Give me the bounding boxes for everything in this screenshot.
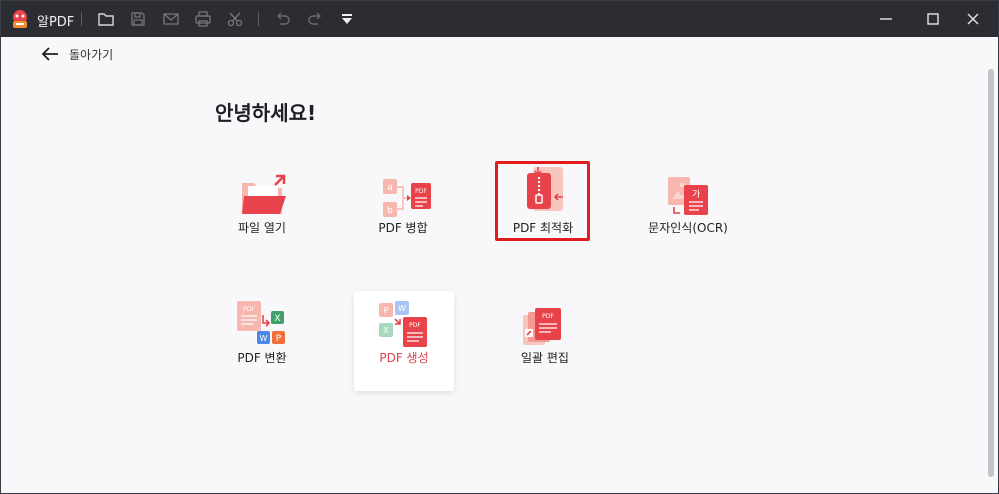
greeting-heading: 안녕하세요! (215, 101, 317, 125)
maximize-icon (927, 13, 939, 25)
back-label: 돌아가기 (69, 48, 114, 62)
convert-pdf-tile[interactable]: PDF X W P PDF 변환 (212, 291, 312, 391)
create-pdf-tile[interactable]: P W X PDF PDF 생성 (354, 291, 454, 391)
printer-icon (195, 11, 211, 27)
svg-text:PDF: PDF (243, 306, 255, 313)
batch-edit-icon: PDF (523, 308, 561, 345)
undo-icon (277, 12, 290, 25)
toolbar-divider (81, 12, 82, 26)
print-button[interactable] (194, 10, 212, 28)
tile-label: 일괄 편집 (521, 351, 569, 365)
open-folder-button[interactable] (97, 10, 115, 28)
email-button[interactable] (162, 10, 180, 28)
minimize-icon (880, 18, 892, 20)
svg-text:X: X (383, 326, 389, 335)
redo-icon (308, 12, 321, 25)
open-folder-icon (242, 174, 286, 214)
tile-label: PDF 생성 (379, 351, 429, 365)
svg-text:b: b (387, 206, 393, 216)
start-page: 돌아가기 안녕하세요! 파일 열기 a b PDF PDF 병합 PDF 최적화… (1, 37, 998, 493)
redo-button[interactable] (306, 10, 324, 28)
scissors-icon (227, 12, 243, 27)
app-title: 알PDF (37, 15, 75, 30)
svg-text:PDF: PDF (542, 313, 554, 320)
convert-icon: PDF X W P (237, 301, 285, 344)
minimize-button[interactable] (877, 10, 895, 28)
cut-button[interactable] (226, 10, 244, 28)
toolbar-divider (258, 12, 259, 26)
batch-edit-tile[interactable]: PDF 일괄 편집 (495, 291, 595, 391)
zip-compress-icon (527, 167, 563, 211)
tile-label: 문자인식(OCR) (648, 221, 728, 235)
quick-menu-button[interactable] (338, 10, 356, 28)
maximize-button[interactable] (924, 10, 942, 28)
svg-text:a: a (387, 183, 393, 193)
app-logo-icon (13, 10, 27, 28)
merge-pdf-tile[interactable]: a b PDF PDF 병합 (353, 161, 453, 261)
svg-text:P: P (384, 306, 389, 315)
arrow-left-icon (41, 47, 58, 61)
folder-icon (98, 13, 114, 26)
tile-label: 파일 열기 (238, 221, 286, 235)
svg-text:P: P (276, 334, 282, 344)
undo-button[interactable] (274, 10, 292, 28)
title-bar: 알PDF (1, 1, 998, 37)
ocr-icon: 가 (668, 177, 708, 215)
create-pdf-icon: P W X PDF (379, 301, 427, 347)
vertical-scrollbar[interactable] (988, 69, 994, 477)
ocr-tile[interactable]: 가 문자인식(OCR) (638, 161, 738, 261)
mail-icon (163, 13, 179, 25)
tile-label: PDF 병합 (378, 221, 428, 235)
save-icon (131, 12, 145, 26)
svg-text:X: X (274, 314, 280, 324)
save-button[interactable] (129, 10, 147, 28)
optimize-pdf-tile[interactable]: PDF 최적화 (495, 161, 590, 241)
svg-text:W: W (260, 334, 268, 343)
svg-text:PDF: PDF (415, 188, 427, 195)
ocr-icon-text: 가 (692, 189, 700, 200)
close-button[interactable] (964, 10, 982, 28)
close-icon (967, 13, 979, 25)
dropdown-arrow-icon (342, 14, 352, 24)
tile-label: PDF 최적화 (512, 221, 574, 235)
svg-text:PDF: PDF (409, 322, 421, 329)
app-window: 알PDF 돌아가기 안녕하세요! 파일 열기 a b PDF PDF 병합 PD… (0, 0, 999, 494)
tile-label: PDF 변환 (237, 351, 287, 365)
merge-icon: a b PDF (383, 179, 431, 217)
open-file-tile[interactable]: 파일 열기 (212, 161, 312, 261)
svg-text:W: W (398, 304, 406, 313)
